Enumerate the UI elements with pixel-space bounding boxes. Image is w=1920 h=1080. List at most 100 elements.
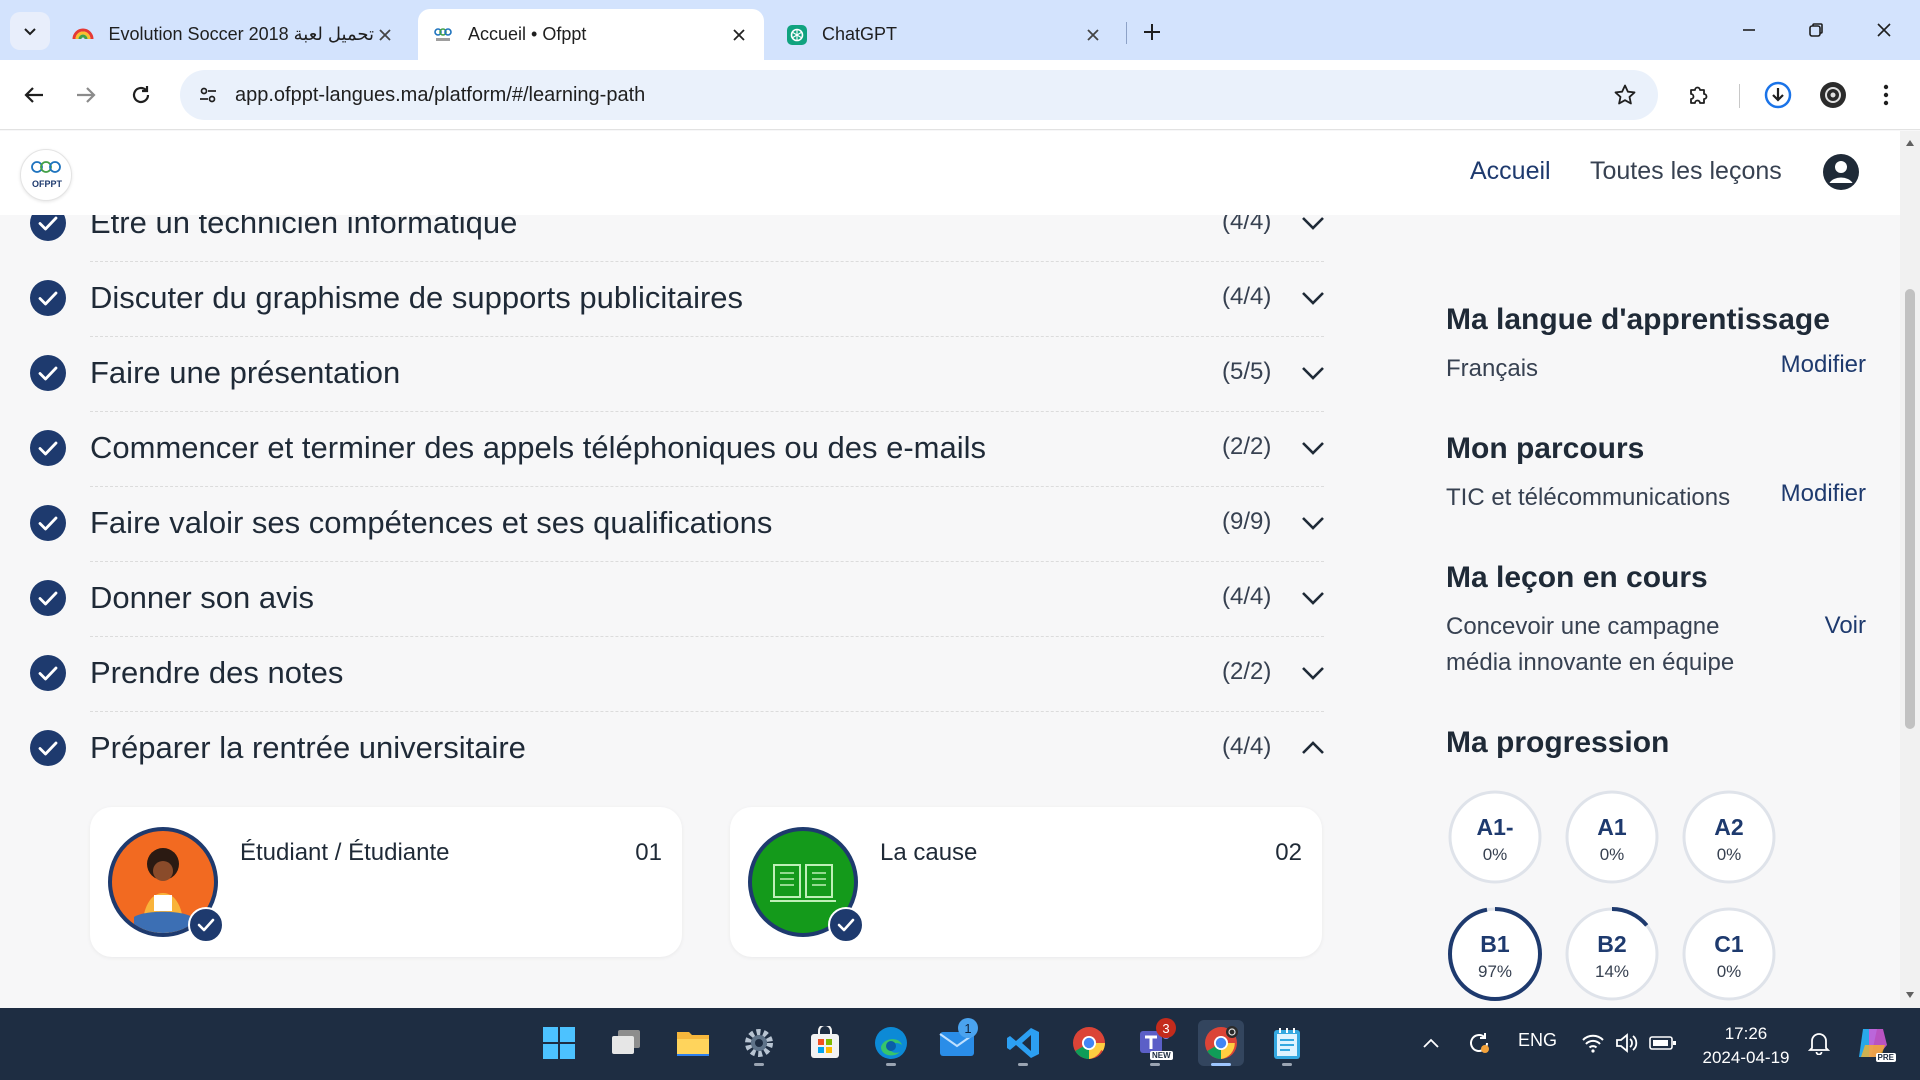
- nav-accueil[interactable]: Accueil: [1470, 157, 1551, 186]
- progress-ring[interactable]: A1 0%: [1563, 788, 1661, 886]
- nav-toutes-les-lecons[interactable]: Toutes les leçons: [1590, 157, 1782, 186]
- level-label: B2: [1597, 931, 1627, 957]
- minimize-button[interactable]: [1731, 14, 1767, 46]
- view-current-lesson-link[interactable]: Voir: [1825, 612, 1866, 640]
- completed-check-icon: [188, 907, 224, 943]
- lesson-name[interactable]: Prendre des notes: [90, 655, 343, 691]
- browser-toolbar: app.ofppt-langues.ma/platform/#/learning…: [0, 60, 1920, 130]
- chevron-down-icon[interactable]: [1300, 287, 1326, 309]
- user-account-icon[interactable]: [1822, 153, 1860, 191]
- taskbar-clock[interactable]: 17:26 2024-04-19: [1700, 1022, 1792, 1070]
- notifications-button[interactable]: [1796, 1020, 1842, 1066]
- tab-ofppt-accueil[interactable]: Accueil • Ofppt: [418, 9, 764, 60]
- minimize-icon: [1743, 29, 1755, 31]
- edge-button[interactable]: [868, 1020, 914, 1066]
- back-button[interactable]: [14, 75, 54, 115]
- chevron-down-icon[interactable]: [1300, 587, 1326, 609]
- ofppt-logo[interactable]: OFPPT: [20, 149, 72, 201]
- progress-ring[interactable]: B1 97%: [1446, 905, 1544, 1003]
- lesson-name[interactable]: Donner son avis: [90, 580, 314, 616]
- completed-check-icon: [30, 580, 66, 616]
- lesson-name[interactable]: Commencer et terminer des appels télépho…: [90, 430, 986, 466]
- chevron-down-icon[interactable]: [1300, 662, 1326, 684]
- lesson-name[interactable]: Discuter du graphisme de supports public…: [90, 280, 743, 316]
- forward-button[interactable]: [66, 75, 106, 115]
- extensions-button[interactable]: [1679, 75, 1719, 115]
- close-window-button[interactable]: [1866, 14, 1902, 46]
- profile-avatar[interactable]: [1813, 75, 1853, 115]
- lesson-row[interactable]: Commencer et terminer des appels télépho…: [0, 412, 1330, 487]
- chrome-button[interactable]: [1066, 1020, 1112, 1066]
- chrome-active-button[interactable]: [1198, 1020, 1244, 1066]
- input-language[interactable]: ENG: [1518, 1030, 1557, 1051]
- site-settings-icon[interactable]: [192, 79, 224, 111]
- url-text[interactable]: app.ofppt-langues.ma/platform/#/learning…: [235, 84, 645, 107]
- current-lesson-value: Concevoir une campagne média innovante e…: [1446, 613, 1735, 676]
- vscode-button[interactable]: [1000, 1020, 1046, 1066]
- chevron-down-icon[interactable]: [1300, 512, 1326, 534]
- folder-icon: [677, 1032, 709, 1056]
- task-view-button[interactable]: [603, 1020, 649, 1066]
- modify-path-link[interactable]: Modifier: [1781, 480, 1866, 508]
- bookmark-star-icon[interactable]: [1610, 80, 1640, 110]
- chevron-down-icon: [24, 28, 36, 36]
- scrollbar-thumb[interactable]: [1905, 289, 1915, 729]
- lesson-name[interactable]: Préparer la rentrée universitaire: [90, 730, 526, 766]
- chrome-icon: [1073, 1027, 1105, 1060]
- subcard-etudiant[interactable]: Étudiant / Étudiante 01: [90, 807, 682, 957]
- teams-button[interactable]: 3 NEW: [1132, 1018, 1178, 1066]
- page-scrollbar[interactable]: [1900, 131, 1920, 1008]
- clock-time: 17:26: [1724, 1024, 1768, 1043]
- close-tab-icon[interactable]: [1082, 24, 1104, 46]
- lesson-row[interactable]: Discuter du graphisme de supports public…: [0, 262, 1330, 337]
- scroll-up-icon[interactable]: [1904, 137, 1916, 149]
- mail-button[interactable]: 1: [934, 1018, 980, 1066]
- close-tab-icon[interactable]: [728, 24, 750, 46]
- new-tab-button[interactable]: [1136, 16, 1168, 48]
- chevron-up-icon[interactable]: [1300, 737, 1326, 759]
- modify-language-link[interactable]: Modifier: [1781, 351, 1866, 379]
- lesson-row[interactable]: Prendre des notes (2/2): [0, 637, 1330, 712]
- lesson-row[interactable]: Faire valoir ses compétences et ses qual…: [0, 487, 1330, 562]
- chevron-down-icon[interactable]: [1300, 212, 1326, 234]
- tab-chatgpt[interactable]: ChatGPT: [772, 9, 1118, 60]
- scroll-down-icon[interactable]: [1904, 989, 1916, 1001]
- file-explorer-button[interactable]: [670, 1020, 716, 1066]
- lesson-row[interactable]: Donner son avis (4/4): [0, 562, 1330, 637]
- browser-menu-button[interactable]: [1866, 75, 1906, 115]
- settings-button[interactable]: [736, 1020, 782, 1066]
- notepad-button[interactable]: [1264, 1020, 1310, 1066]
- progress-ring[interactable]: B2 14%: [1563, 905, 1661, 1003]
- show-hidden-icons-button[interactable]: [1408, 1020, 1454, 1066]
- close-tab-icon[interactable]: [374, 24, 396, 46]
- downloads-button[interactable]: [1758, 75, 1798, 115]
- chevron-down-icon[interactable]: [1300, 362, 1326, 384]
- tab-pes-download[interactable]: تحميل لعبة Pro Evolution Soccer 2018: [58, 9, 410, 60]
- tab-search-button[interactable]: [10, 12, 50, 50]
- subcard-la-cause[interactable]: La cause 02: [730, 807, 1322, 957]
- lesson-count: (2/2): [1222, 433, 1272, 460]
- vscode-icon: [1007, 1028, 1039, 1058]
- lesson-name[interactable]: Faire une présentation: [90, 355, 400, 391]
- lesson-count: (2/2): [1222, 658, 1272, 685]
- reload-button[interactable]: [121, 75, 161, 115]
- microsoft-store-button[interactable]: [802, 1020, 848, 1066]
- lesson-count: (4/4): [1222, 583, 1272, 610]
- sync-tray-button[interactable]: [1456, 1020, 1502, 1066]
- progress-ring[interactable]: A1- 0%: [1446, 788, 1544, 886]
- level-label: A1-: [1476, 814, 1514, 840]
- lesson-row[interactable]: Faire une présentation (5/5): [0, 337, 1330, 412]
- progress-ring[interactable]: A2 0%: [1680, 788, 1778, 886]
- store-icon: [811, 1026, 839, 1058]
- copilot-button[interactable]: PRE: [1850, 1020, 1896, 1066]
- chevron-down-icon[interactable]: [1300, 437, 1326, 459]
- lesson-row[interactable]: Préparer la rentrée universitaire (4/4): [0, 712, 1330, 787]
- start-button[interactable]: [536, 1020, 582, 1066]
- address-bar[interactable]: app.ofppt-langues.ma/platform/#/learning…: [180, 70, 1658, 120]
- battery-button[interactable]: [1640, 1020, 1686, 1066]
- progress-ring[interactable]: C1 0%: [1680, 905, 1778, 1003]
- lesson-name[interactable]: Faire valoir ses compétences et ses qual…: [90, 505, 772, 541]
- copilot-pre-tag: PRE: [1875, 1053, 1896, 1062]
- language-value: Français: [1446, 355, 1539, 382]
- restore-button[interactable]: [1798, 14, 1834, 46]
